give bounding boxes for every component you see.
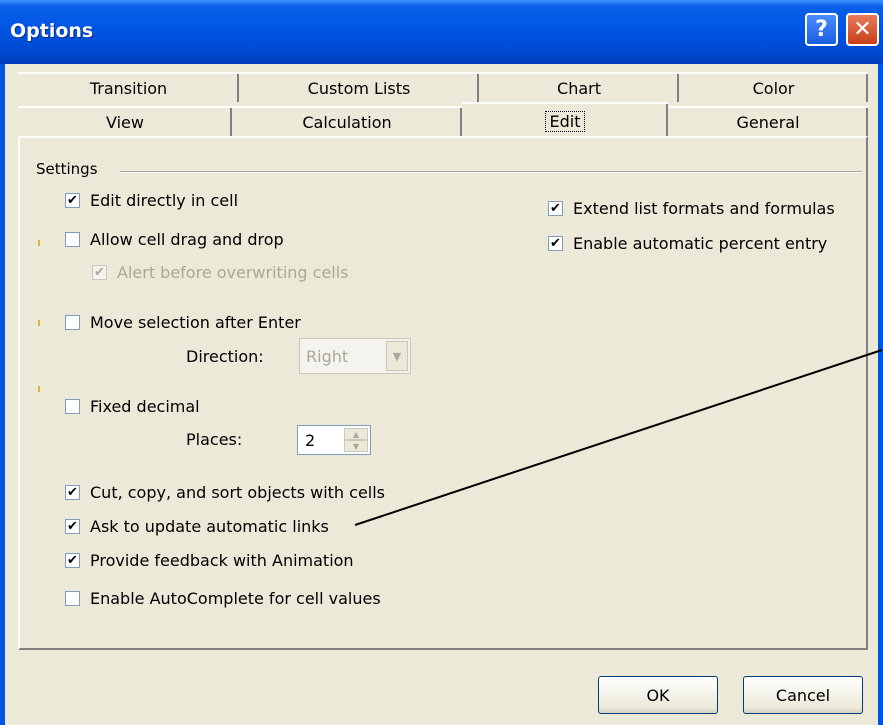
callout-line [354, 349, 883, 526]
cancel-button[interactable]: Cancel [743, 676, 863, 714]
ok-button[interactable]: OK [598, 676, 718, 714]
